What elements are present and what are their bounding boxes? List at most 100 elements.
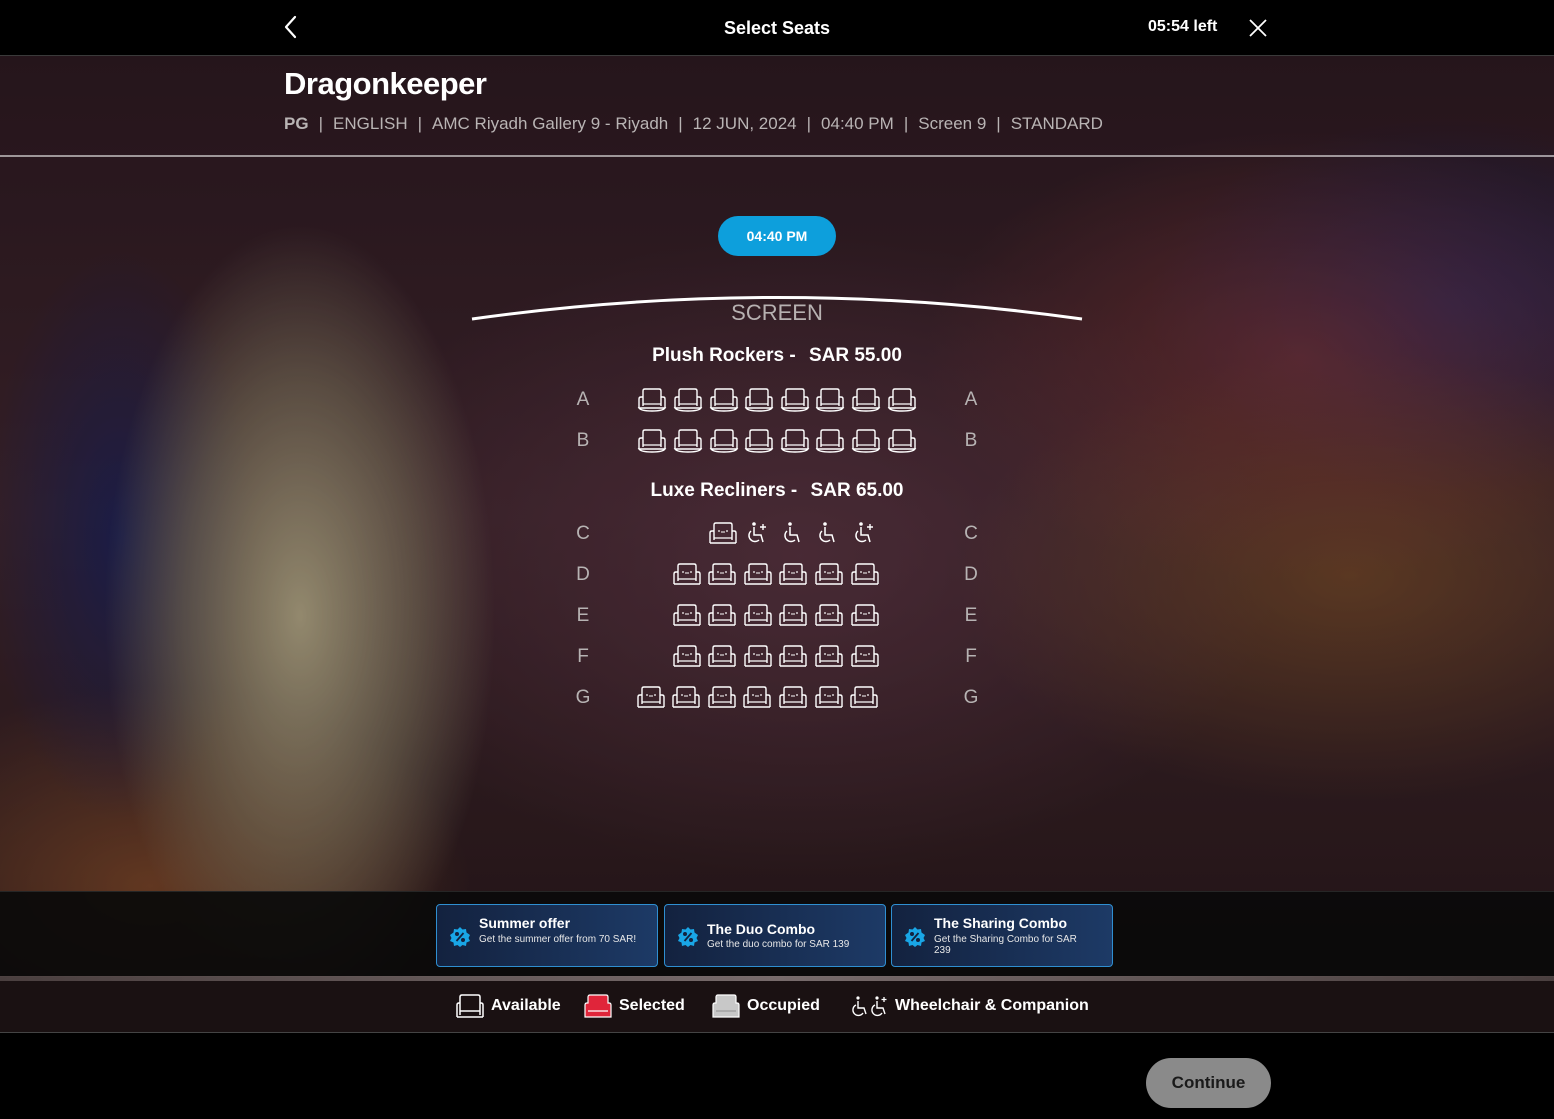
continue-button[interactable]: Continue — [1146, 1058, 1271, 1108]
seat-f2[interactable] — [707, 644, 737, 670]
row-label-f-right: F — [965, 646, 977, 667]
seat-b5[interactable] — [780, 428, 810, 454]
seat-c1[interactable] — [708, 521, 738, 547]
close-icon[interactable] — [1246, 16, 1270, 40]
meta-separator: | — [678, 114, 683, 133]
showtime-pill[interactable]: 04:40 PM — [718, 216, 836, 256]
seat-f4[interactable] — [778, 644, 808, 670]
meta-item: STANDARD — [1010, 114, 1103, 133]
seat-d5[interactable] — [814, 562, 844, 588]
row-label-b-left: B — [576, 430, 590, 451]
available-seat-icon — [455, 993, 485, 1019]
seat-g6[interactable] — [814, 685, 844, 711]
legend-occupied: Occupied — [711, 993, 820, 1019]
seat-e6[interactable] — [850, 603, 880, 629]
movie-header: Dragonkeeper PG | ENGLISH | AMC Riyadh Galle… — [0, 56, 1554, 157]
seat-f1[interactable] — [672, 644, 702, 670]
meta-item: Screen 9 — [918, 114, 987, 133]
seat-e4[interactable] — [778, 603, 808, 629]
meta-separator: | — [996, 114, 1001, 133]
discount-icon — [449, 926, 471, 948]
discount-icon — [677, 926, 699, 948]
seat-a1[interactable] — [637, 387, 667, 413]
seat-b6[interactable] — [815, 428, 845, 454]
seat-f3[interactable] — [743, 644, 773, 670]
row-label-a-right: A — [964, 389, 978, 410]
section-label-plush-rockers: Plush Rockers - SAR 55.00 — [0, 345, 1554, 367]
seat-d4[interactable] — [778, 562, 808, 588]
seat-d1[interactable] — [672, 562, 702, 588]
offer-card-duo-combo[interactable]: The Duo Combo Get the duo combo for SAR … — [664, 904, 886, 967]
seat-b2[interactable] — [673, 428, 703, 454]
section-price: SAR 55.00 — [808, 345, 902, 366]
row-label-d-left: D — [576, 564, 590, 585]
seat-e3[interactable] — [743, 603, 773, 629]
seat-e5[interactable] — [814, 603, 844, 629]
meta-item: ENGLISH — [332, 114, 408, 133]
seat-d6[interactable] — [850, 562, 880, 588]
row-label-d-right: D — [964, 564, 978, 585]
companion-seat-icon[interactable] — [850, 521, 880, 547]
seat-a6[interactable] — [815, 387, 845, 413]
legend-selected: Selected — [583, 993, 685, 1019]
section-price: SAR 65.00 — [810, 480, 904, 501]
seat-b8[interactable] — [887, 428, 917, 454]
movie-meta: PG | ENGLISH | AMC Riyadh Gallery 9 - Riyadh… — [284, 114, 1103, 134]
offer-description: Get the summer offer from 70 SAR! — [479, 934, 637, 945]
seat-e2[interactable] — [707, 603, 737, 629]
blurred-poster-background — [0, 56, 1554, 976]
seat-g2[interactable] — [671, 685, 701, 711]
meta-separator: | — [318, 114, 323, 133]
seat-b3[interactable] — [709, 428, 739, 454]
seat-g7[interactable] — [849, 685, 879, 711]
seat-g4[interactable] — [742, 685, 772, 711]
discount-icon — [904, 926, 926, 948]
legend-label: Occupied — [747, 997, 820, 1014]
seat-b4[interactable] — [744, 428, 774, 454]
row-label-c-right: C — [964, 523, 978, 544]
seat-f5[interactable] — [814, 644, 844, 670]
seat-a2[interactable] — [673, 387, 703, 413]
row-label-g-left: G — [575, 687, 591, 708]
row-label-c-left: C — [576, 523, 590, 544]
row-label-f-left: F — [577, 646, 589, 667]
seat-b7[interactable] — [851, 428, 881, 454]
offer-card-sharing-combo[interactable]: The Sharing Combo Get the Sharing Combo … — [891, 904, 1113, 967]
seat-b1[interactable] — [637, 428, 667, 454]
offer-description: Get the duo combo for SAR 139 — [707, 939, 850, 950]
countdown-timer: 05:54 left — [1148, 18, 1218, 35]
offers-band: Summer offer Get the summer offer from 7… — [0, 891, 1554, 977]
section-name: Plush Rockers - — [652, 345, 796, 366]
legend-available: Available — [455, 993, 561, 1019]
meta-item: AMC Riyadh Gallery 9 - Riyadh — [432, 114, 669, 133]
offer-description: Get the Sharing Combo for SAR 239 — [934, 934, 1077, 956]
seat-a7[interactable] — [851, 387, 881, 413]
offer-card-summer[interactable]: Summer offer Get the summer offer from 7… — [436, 904, 658, 967]
meta-item: 12 JUN, 2024 — [692, 114, 797, 133]
seat-f6[interactable] — [850, 644, 880, 670]
wheelchair-seat-icon[interactable] — [779, 521, 809, 547]
seat-g1[interactable] — [636, 685, 666, 711]
seat-g5[interactable] — [778, 685, 808, 711]
wheelchair-seat-icon[interactable] — [814, 521, 844, 547]
offer-title: The Duo Combo — [707, 921, 816, 937]
seat-a3[interactable] — [709, 387, 739, 413]
seat-a8[interactable] — [887, 387, 917, 413]
legend-label: Selected — [619, 997, 685, 1014]
companion-seat-icon[interactable] — [743, 521, 773, 547]
movie-title: Dragonkeeper — [284, 66, 487, 101]
meta-separator: | — [417, 114, 423, 133]
seat-a4[interactable] — [744, 387, 774, 413]
seat-d2[interactable] — [707, 562, 737, 588]
row-label-g-right: G — [963, 687, 979, 708]
seat-a5[interactable] — [780, 387, 810, 413]
seat-d3[interactable] — [743, 562, 773, 588]
seat-g3[interactable] — [707, 685, 737, 711]
page-title: Select Seats — [723, 18, 831, 38]
seat-e1[interactable] — [672, 603, 702, 629]
section-name: Luxe Recliners - — [650, 480, 798, 501]
row-label-e-left: E — [576, 605, 590, 626]
selected-seat-icon — [583, 993, 613, 1019]
wheelchair-companion-icon — [851, 994, 889, 1018]
row-label-b-right: B — [964, 430, 978, 451]
